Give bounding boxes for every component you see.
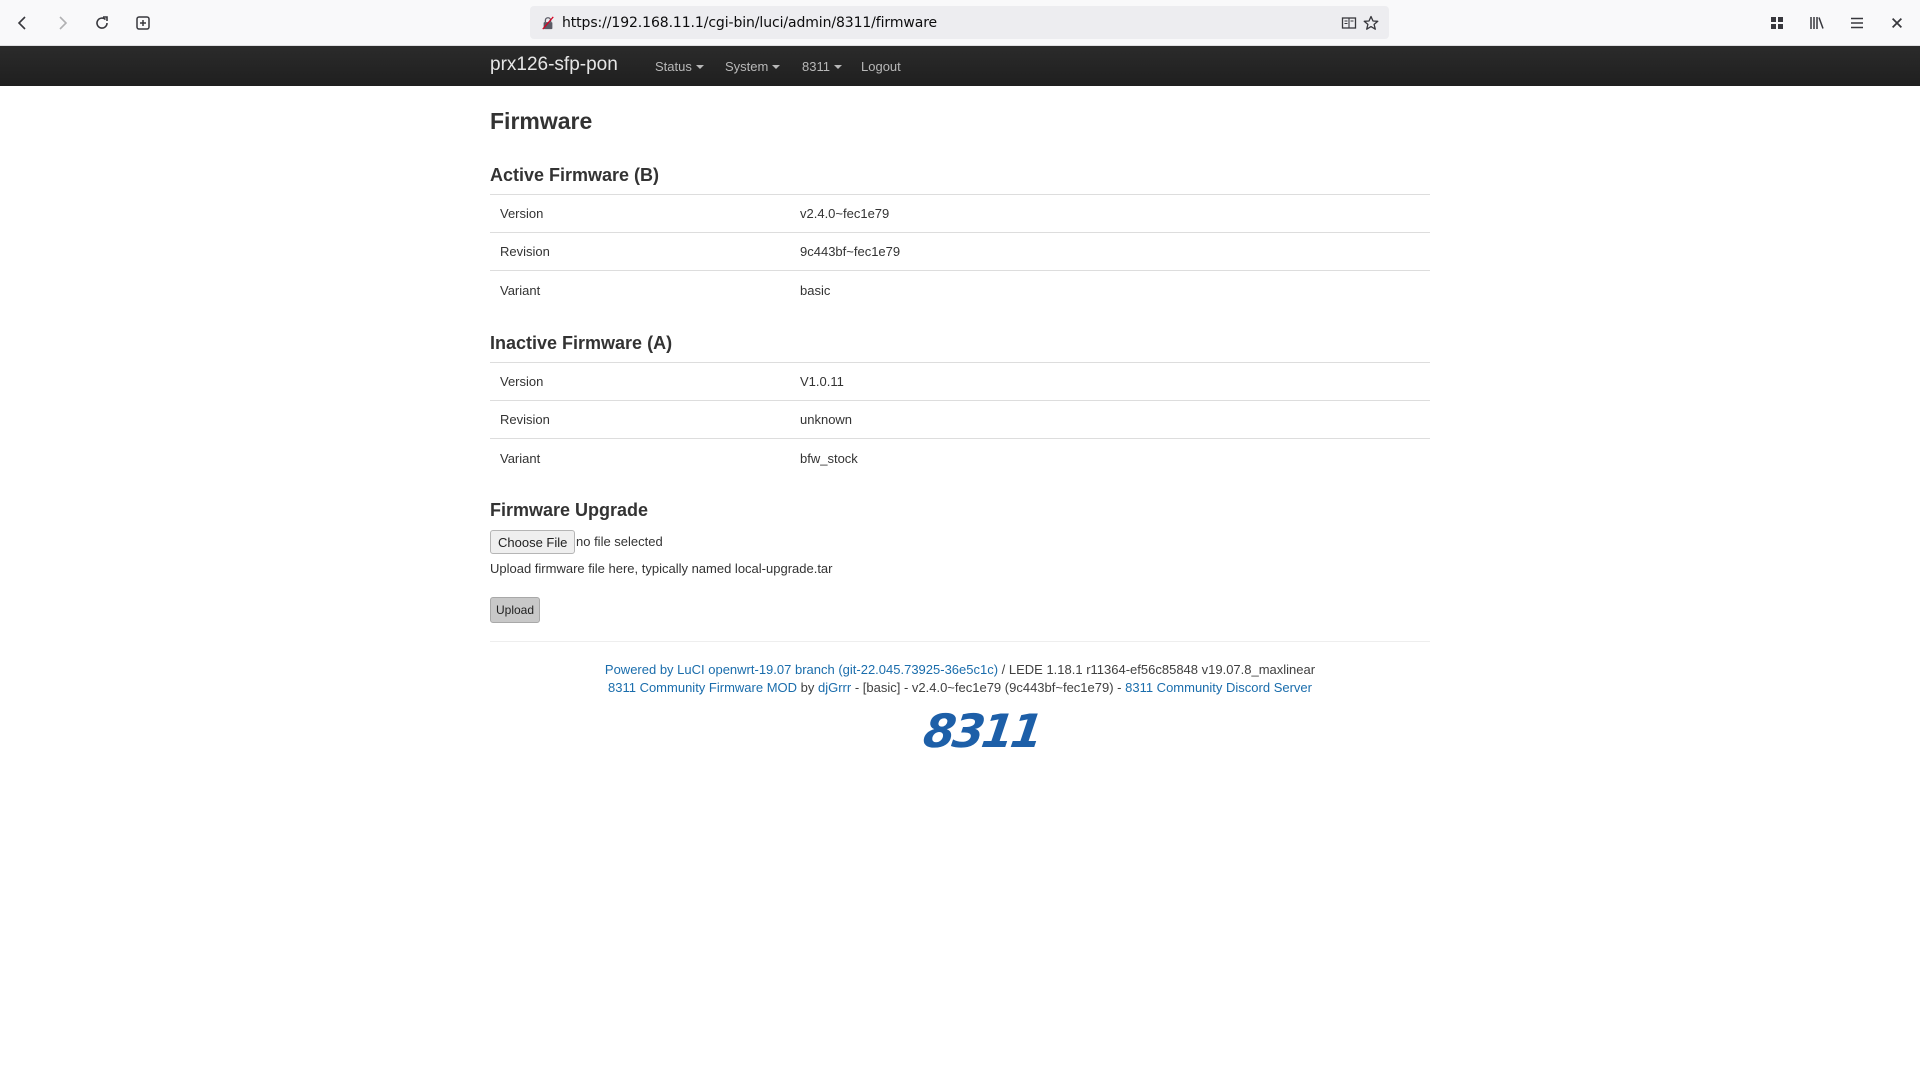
menu-logout[interactable]: Logout — [861, 59, 901, 74]
footer: Powered by LuCI openwrt-19.07 branch (gi… — [490, 661, 1430, 697]
mod-link[interactable]: 8311 Community Firmware MOD — [608, 680, 797, 695]
menu-button[interactable] — [1842, 8, 1872, 38]
lede-text: / LEDE 1.18.1 r11364-ef56c85848 v19.07.8… — [998, 662, 1316, 677]
table-row: Revision unknown — [490, 401, 1430, 439]
discord-link[interactable]: 8311 Community Discord Server — [1125, 680, 1312, 695]
author-link[interactable]: djGrrr — [818, 680, 851, 695]
extensions-button[interactable] — [1762, 8, 1792, 38]
menu-status[interactable]: Status — [655, 59, 704, 74]
table-row: Revision 9c443bf~fec1e79 — [490, 233, 1430, 271]
file-status: no file selected — [576, 534, 663, 549]
row-value: 9c443bf~fec1e79 — [800, 244, 901, 259]
active-firmware-table: Version v2.4.0~fec1e79 Revision 9c443bf~… — [490, 194, 1430, 309]
menu-system-label: System — [725, 59, 769, 74]
bookmark-star-icon[interactable] — [1362, 14, 1380, 32]
caret-down-icon — [695, 64, 704, 69]
footer-divider — [490, 641, 1430, 642]
caret-down-icon — [772, 64, 781, 69]
row-key: Variant — [500, 450, 541, 466]
table-row: Version v2.4.0~fec1e79 — [490, 195, 1430, 233]
row-value: V1.0.11 — [800, 374, 844, 389]
hamburger-icon — [1851, 17, 1863, 29]
brand-link[interactable]: prx126-sfp-pon — [490, 54, 618, 76]
table-row: Variant bfw_stock — [490, 439, 1430, 477]
page-title: Firmware — [490, 108, 593, 134]
row-key: Revision — [500, 244, 550, 259]
row-value: unknown — [800, 412, 853, 427]
inactive-firmware-table: Version V1.0.11 Revision unknown Variant… — [490, 362, 1430, 477]
close-button[interactable] — [1882, 8, 1912, 38]
table-row: Variant basic — [490, 271, 1430, 309]
forward-button[interactable] — [47, 8, 77, 38]
version-text: - [basic] - v2.4.0~fec1e79 (9c443bf~fec1… — [851, 680, 1126, 695]
table-row: Version V1.0.11 — [490, 363, 1430, 401]
row-key: Version — [500, 206, 544, 221]
upload-button[interactable]: Upload — [490, 597, 541, 623]
luci-header: prx126-sfp-pon Status System 8311 Logout — [0, 46, 1920, 86]
row-value: basic — [800, 282, 831, 298]
back-button[interactable] — [8, 8, 38, 38]
reader-view-icon[interactable] — [1340, 14, 1358, 32]
choose-file-button[interactable]: Choose File — [490, 530, 576, 554]
arrow-right-icon — [59, 16, 68, 30]
lock-warning-icon[interactable] — [540, 15, 556, 31]
8311-logo[interactable]: 8311 — [920, 704, 1044, 758]
menu-system[interactable]: System — [725, 59, 781, 74]
row-key: Revision — [500, 412, 550, 427]
row-key: Variant — [500, 282, 541, 298]
grid-icon — [1771, 17, 1783, 29]
library-icon — [1810, 17, 1824, 29]
footer-line-2: 8311 Community Firmware MOD by djGrrr - … — [490, 679, 1430, 697]
row-value: bfw_stock — [800, 450, 858, 466]
url-bar[interactable]: https://192.168.11.1/cgi-bin/luci/admin/… — [530, 6, 1389, 39]
arrow-left-icon — [17, 16, 26, 30]
library-button[interactable] — [1802, 8, 1832, 38]
upload-help-text: Upload firmware file here, typically nam… — [490, 561, 833, 576]
by-text: by — [797, 680, 818, 695]
footer-line-1: Powered by LuCI openwrt-19.07 branch (gi… — [490, 661, 1430, 679]
menu-status-label: Status — [655, 59, 692, 74]
active-firmware-title: Active Firmware (B) — [490, 165, 660, 185]
row-key: Version — [500, 374, 544, 389]
inactive-firmware-title: Inactive Firmware (A) — [490, 333, 673, 353]
row-value: v2.4.0~fec1e79 — [800, 206, 890, 221]
luci-link[interactable]: Powered by LuCI openwrt-19.07 branch (gi… — [605, 662, 998, 677]
caret-down-icon — [833, 64, 842, 69]
close-icon — [1892, 18, 1902, 28]
menu-8311-label: 8311 — [802, 59, 830, 74]
reload-button[interactable] — [87, 8, 117, 38]
url-text: https://192.168.11.1/cgi-bin/luci/admin/… — [562, 14, 938, 31]
menu-logout-label: Logout — [861, 59, 901, 74]
reload-icon — [96, 16, 108, 29]
browser-toolbar: https://192.168.11.1/cgi-bin/luci/admin/… — [0, 0, 1920, 46]
firmware-upgrade-title: Firmware Upgrade — [490, 500, 649, 520]
new-tab-button[interactable] — [128, 8, 158, 38]
plus-box-icon — [136, 16, 150, 30]
menu-8311[interactable]: 8311 — [802, 59, 842, 74]
